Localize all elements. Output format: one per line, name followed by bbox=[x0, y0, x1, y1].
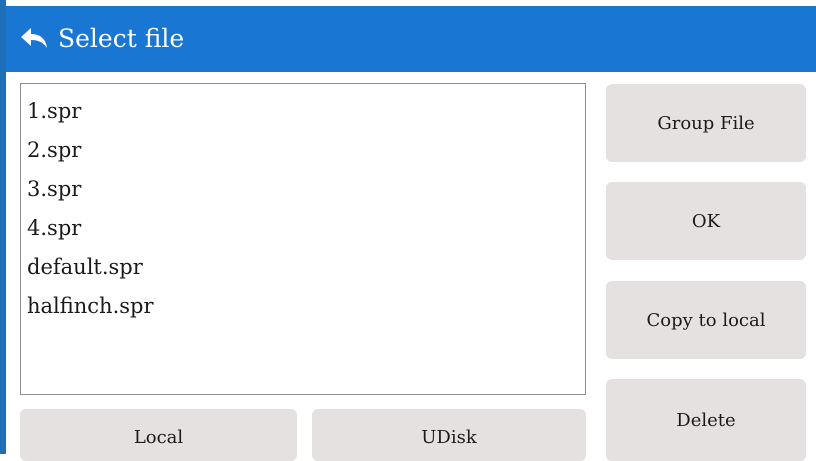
ok-button[interactable]: OK bbox=[606, 182, 806, 260]
file-item[interactable]: halfinch.spr bbox=[21, 287, 585, 326]
back-button[interactable] bbox=[14, 18, 54, 58]
file-item[interactable]: 3.spr bbox=[21, 170, 585, 209]
group-file-button[interactable]: Group File bbox=[606, 84, 806, 162]
file-list[interactable]: 1.spr 2.spr 3.spr 4.spr default.spr half… bbox=[20, 83, 586, 395]
title-bar: Select file bbox=[6, 6, 816, 72]
back-arrow-icon bbox=[21, 28, 47, 48]
page-title: Select file bbox=[58, 24, 185, 53]
file-item[interactable]: default.spr bbox=[21, 248, 585, 287]
udisk-button[interactable]: UDisk bbox=[312, 409, 586, 461]
app-window: Select file 1.spr 2.spr 3.spr 4.spr defa… bbox=[0, 0, 816, 461]
file-item[interactable]: 4.spr bbox=[21, 209, 585, 248]
file-item[interactable]: 1.spr bbox=[21, 92, 585, 131]
file-item[interactable]: 2.spr bbox=[21, 131, 585, 170]
copy-to-local-button[interactable]: Copy to local bbox=[606, 281, 806, 359]
delete-button[interactable]: Delete bbox=[606, 379, 806, 461]
local-button[interactable]: Local bbox=[20, 409, 297, 461]
